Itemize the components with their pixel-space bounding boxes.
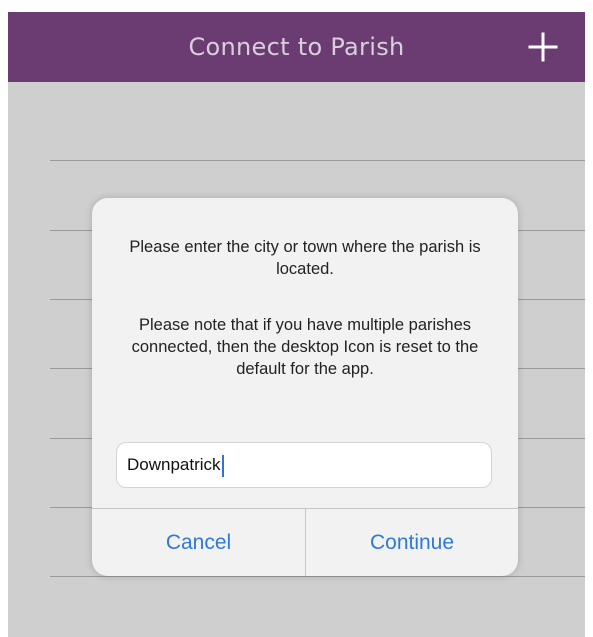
navigation-bar: Connect to Parish <box>8 12 585 82</box>
page-title: Connect to Parish <box>188 33 405 61</box>
app-screen: Connect to Parish Please enter the city … <box>8 12 585 637</box>
dialog-message-location: Please enter the city or town where the … <box>129 238 481 278</box>
city-input[interactable]: Downpatrick <box>116 442 492 488</box>
dialog-message-note: Please note that if you have multiple pa… <box>131 316 479 378</box>
list-separator <box>50 160 585 161</box>
cancel-button[interactable]: Cancel <box>92 509 305 576</box>
text-cursor <box>221 454 224 477</box>
plus-icon <box>528 32 558 62</box>
connect-parish-dialog: Please enter the city or town where the … <box>92 198 518 576</box>
add-button[interactable] <box>526 30 560 64</box>
continue-button[interactable]: Continue <box>306 509 518 576</box>
city-input-value: Downpatrick <box>127 455 221 474</box>
list-separator <box>50 576 585 577</box>
